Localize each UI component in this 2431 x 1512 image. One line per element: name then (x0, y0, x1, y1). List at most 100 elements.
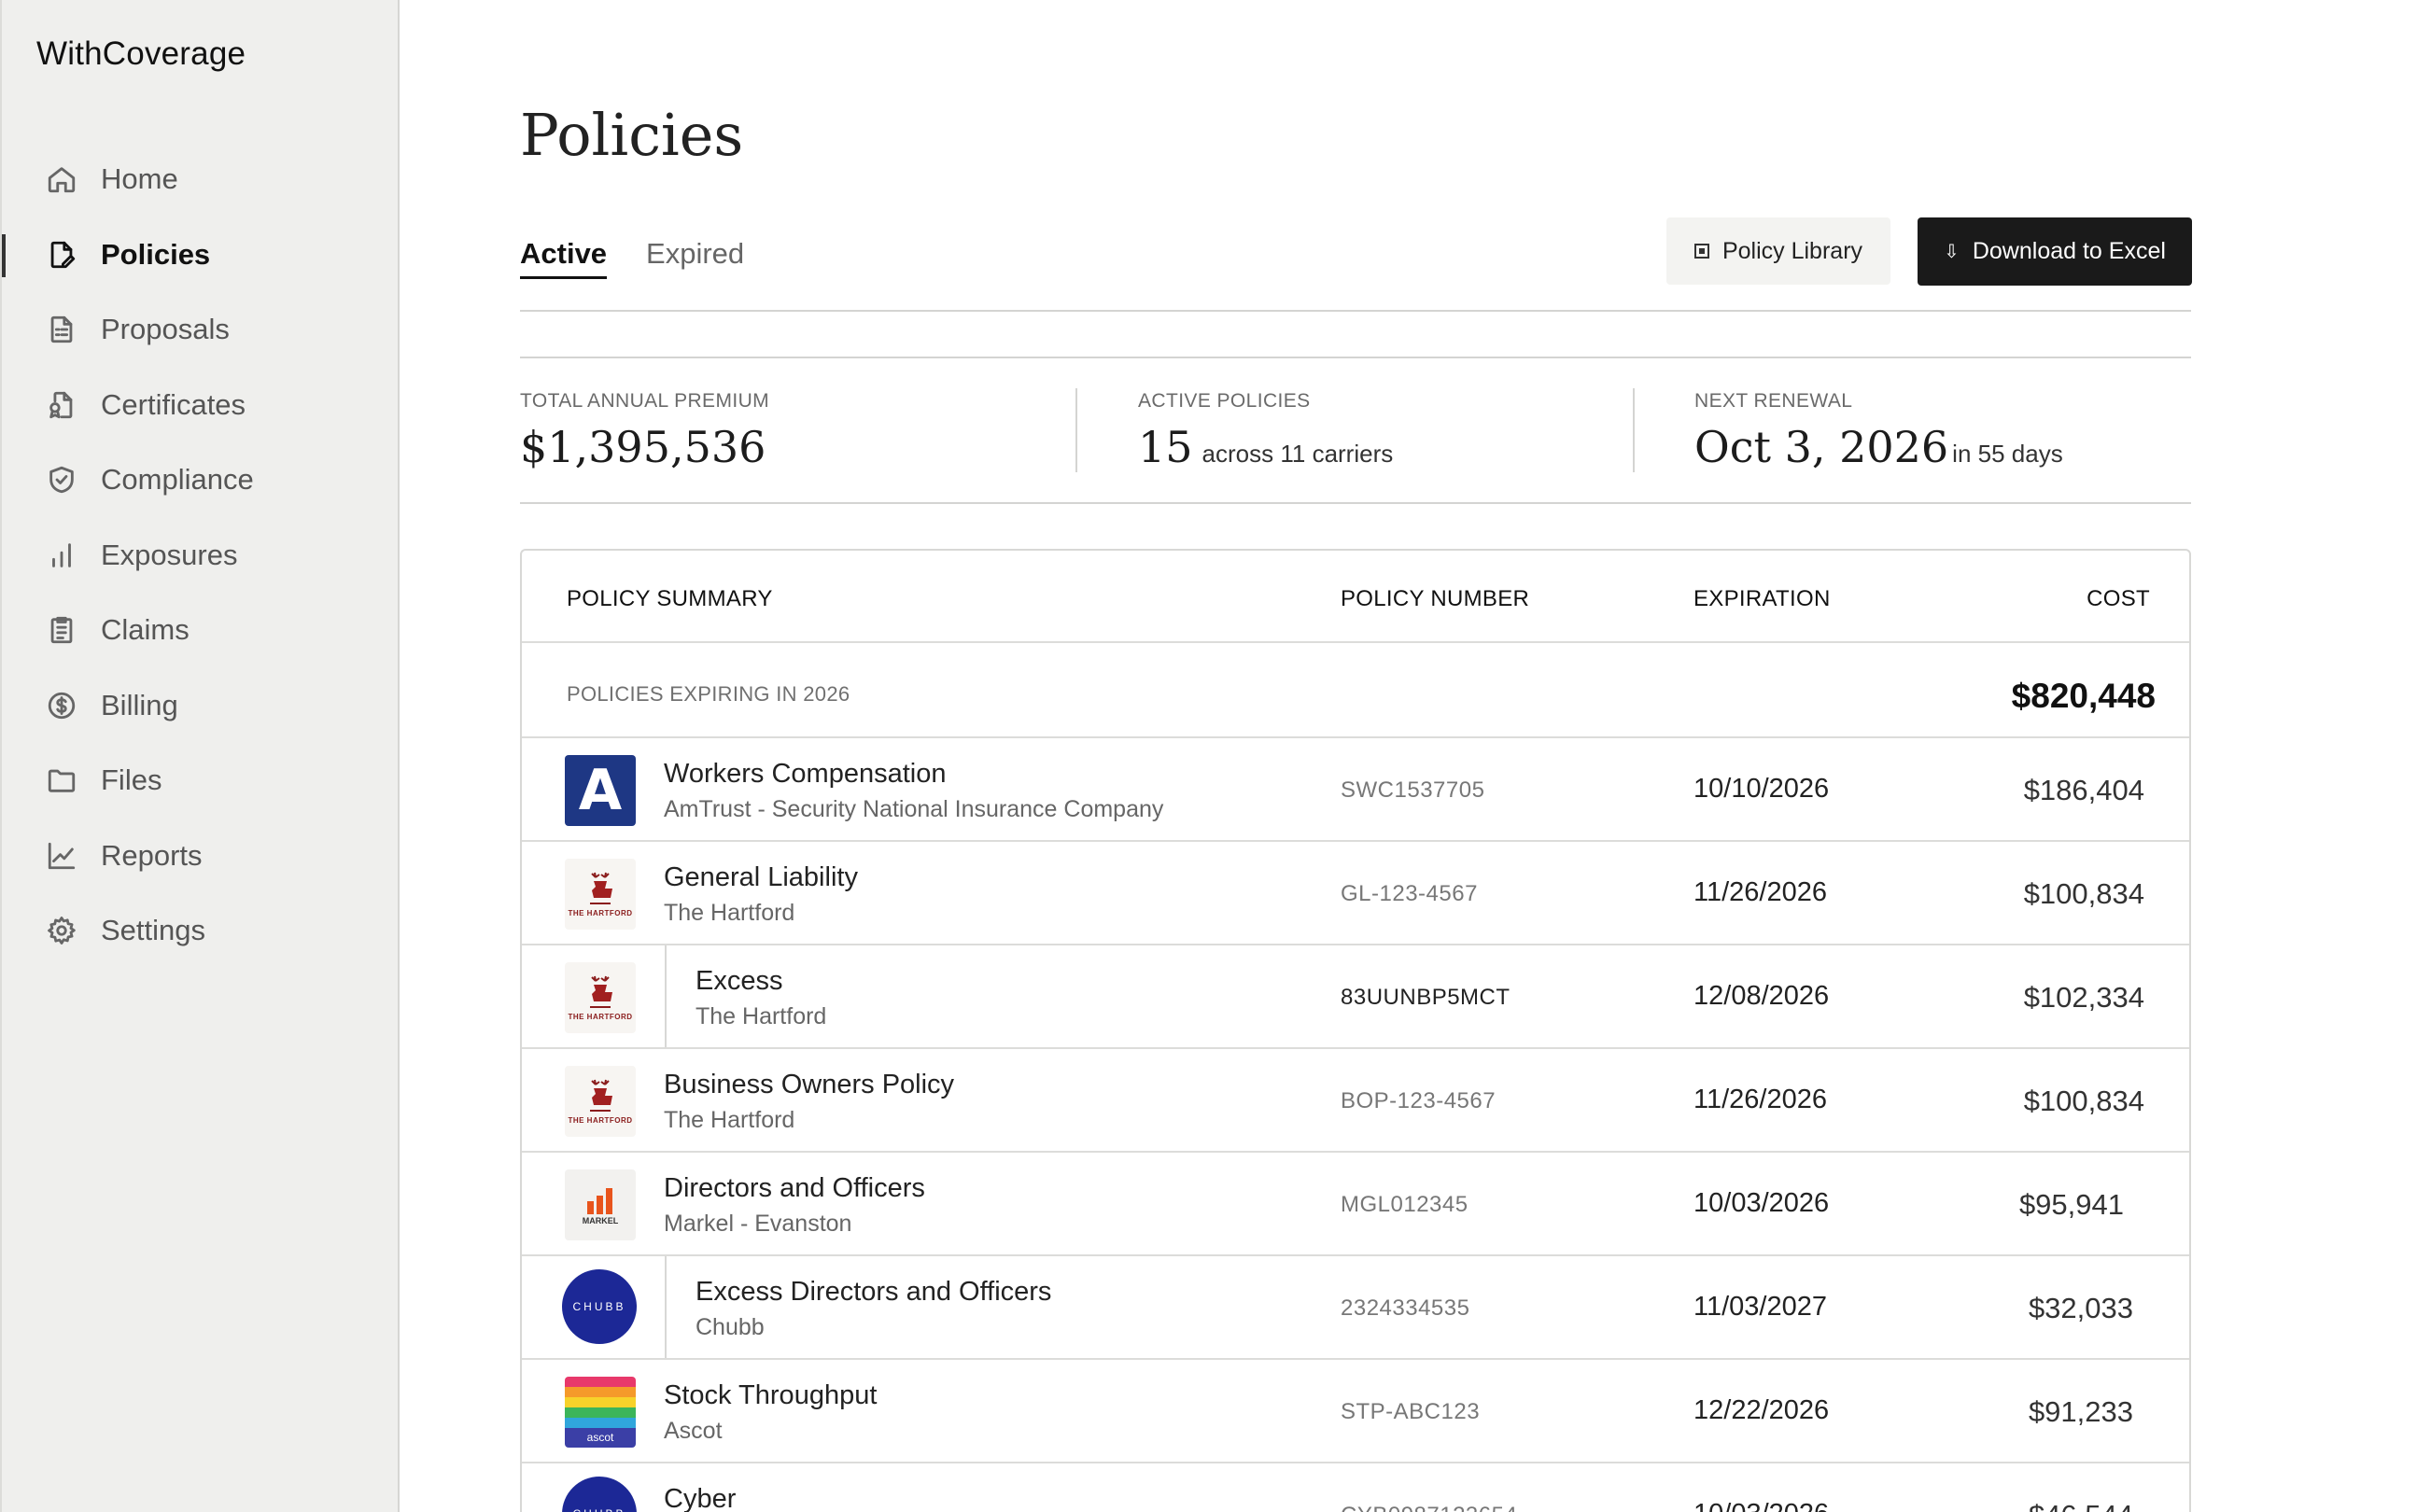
table-row[interactable]: CHUBB Cyber CYB0987123654 10/03/2026 $46… (522, 1463, 2189, 1512)
policy-carrier: The Hartford (696, 1003, 827, 1029)
table-row[interactable]: THE HARTFORD Business Owners Policy The … (522, 1049, 2189, 1153)
sidebar-item-label: Claims (101, 613, 190, 647)
stat-value: $1,395,536 (520, 422, 766, 472)
chubb-logo: CHUBB (562, 1477, 637, 1512)
policy-expiration: 11/26/2026 (1693, 1085, 1827, 1114)
sidebar-item-reports[interactable]: Reports (2, 819, 398, 894)
table-row[interactable]: CHUBB Excess Directors and Officers Chub… (522, 1256, 2189, 1360)
policy-cost: $186,404 (2023, 774, 2144, 806)
amtrust-logo: A (565, 755, 636, 826)
shield-check-icon (45, 463, 78, 497)
download-excel-button[interactable]: ⇩ Download to Excel (1918, 217, 2192, 286)
stat-value: Oct 3, 2026 in 55 days (1694, 422, 2063, 472)
nested-indicator (665, 945, 667, 1047)
group-label: POLICIES EXPIRING IN 2026 (567, 682, 850, 706)
policy-cost: $46,544 (2029, 1499, 2133, 1512)
table-row[interactable]: MARKEL Directors and Officers Markel - E… (522, 1153, 2189, 1256)
sidebar-item-certificates[interactable]: Certificates (2, 368, 398, 443)
stat-value: 15 across 11 carriers (1138, 422, 1393, 472)
sidebar-item-home[interactable]: Home (2, 142, 398, 217)
stat-total-premium: TOTAL ANNUAL PREMIUM $1,395,536 (520, 390, 769, 472)
policy-title: Stock Throughput (664, 1380, 878, 1410)
line-chart-icon (45, 839, 78, 873)
folder-icon (45, 763, 78, 797)
chubb-logo: CHUBB (562, 1269, 637, 1344)
sidebar-item-label: Exposures (101, 538, 238, 571)
sidebar-item-label: Proposals (101, 313, 230, 346)
policy-expiration: 12/08/2026 (1693, 981, 1830, 1011)
tab-expired[interactable]: Expired (646, 237, 744, 279)
sidebar-item-compliance[interactable]: Compliance (2, 442, 398, 518)
divider (1075, 388, 1077, 472)
library-icon (1693, 244, 1709, 259)
table-header: POLICY SUMMARY POLICY NUMBER EXPIRATION … (522, 551, 2189, 643)
policy-expiration: 11/26/2026 (1693, 877, 1827, 907)
sidebar-item-label: Certificates (101, 387, 246, 421)
bar-chart-icon (45, 539, 78, 572)
divider (520, 502, 2191, 504)
policy-title: Workers Compensation (664, 759, 947, 789)
divider (1633, 388, 1635, 472)
policy-number: CYB0987123654 (1341, 1503, 1517, 1512)
sidebar-item-label: Reports (101, 838, 203, 872)
sidebar-item-files[interactable]: Files (2, 743, 398, 819)
table-row[interactable]: THE HARTFORD General Liability The Hartf… (522, 842, 2189, 945)
ascot-logo: ascot (565, 1377, 636, 1448)
app-logo[interactable]: WithCoverage (36, 35, 246, 73)
column-header-cost[interactable]: COST (2087, 586, 2150, 612)
policies-table: POLICY SUMMARY POLICY NUMBER EXPIRATION … (520, 549, 2191, 1512)
policy-cost: $100,834 (2023, 1085, 2144, 1117)
stat-active-policies: ACTIVE POLICIES 15 across 11 carriers (1138, 390, 1393, 472)
policy-expiration: 11/03/2027 (1693, 1292, 1827, 1322)
divider (520, 357, 2191, 358)
column-header-summary[interactable]: POLICY SUMMARY (567, 586, 773, 612)
policy-cost: $102,334 (2023, 981, 2144, 1014)
sidebar-item-settings[interactable]: Settings (2, 893, 398, 969)
policy-carrier: Markel - Evanston (664, 1211, 852, 1237)
divider (520, 310, 2191, 312)
policy-library-label: Policy Library (1721, 237, 1863, 264)
policy-number: SWC1537705 (1341, 777, 1485, 803)
page-title: Policies (520, 101, 744, 169)
policy-library-button[interactable]: Policy Library (1666, 217, 1890, 285)
policy-document-icon (45, 238, 78, 272)
policy-cost: $95,941 (2018, 1188, 2124, 1221)
hartford-logo: THE HARTFORD (565, 1066, 636, 1137)
policy-carrier: The Hartford (664, 1107, 795, 1133)
sidebar-item-label: Compliance (101, 463, 254, 497)
policy-cost: $32,033 (2028, 1292, 2133, 1324)
table-row[interactable]: A Workers Compensation AmTrust - Securit… (522, 738, 2189, 842)
policy-number: 83UUNBP5MCT (1341, 985, 1511, 1010)
table-group-header: POLICIES EXPIRING IN 2026 $820,448 (522, 643, 2189, 738)
tab-active[interactable]: Active (520, 237, 608, 279)
stat-label: NEXT RENEWAL (1694, 390, 1853, 412)
sidebar-item-billing[interactable]: Billing (2, 668, 398, 744)
policy-title: Excess (696, 966, 783, 996)
policy-title: Cyber (664, 1484, 737, 1512)
policy-number: 2324334535 (1341, 1295, 1470, 1321)
sidebar-item-claims[interactable]: Claims (2, 593, 398, 668)
stat-sub: across 11 carriers (1201, 440, 1394, 468)
stat-label: ACTIVE POLICIES (1138, 390, 1311, 412)
clipboard-icon (45, 613, 78, 647)
policy-carrier: The Hartford (664, 900, 795, 926)
table-row[interactable]: THE HARTFORD Excess The Hartford 83UUNBP… (522, 945, 2189, 1049)
table-row[interactable]: ascot Stock Throughput Ascot STP-ABC123 … (522, 1360, 2189, 1463)
column-header-number[interactable]: POLICY NUMBER (1341, 586, 1529, 612)
sidebar-item-label: Home (101, 162, 178, 196)
home-icon (45, 162, 78, 196)
sidebar-item-proposals[interactable]: Proposals (2, 292, 398, 368)
policy-number: BOP-123-4567 (1341, 1088, 1497, 1113)
column-header-expiration[interactable]: EXPIRATION (1693, 586, 1831, 612)
sidebar-item-policies[interactable]: Policies (2, 217, 398, 293)
policy-carrier: Ascot (664, 1418, 723, 1444)
hartford-logo: THE HARTFORD (565, 962, 636, 1033)
sidebar-item-label: Policies (101, 237, 211, 271)
dollar-circle-icon (45, 689, 78, 722)
sidebar-item-exposures[interactable]: Exposures (2, 518, 398, 594)
download-arrow-icon: ⇩ (1944, 242, 1960, 262)
policy-title: Business Owners Policy (664, 1070, 955, 1099)
group-total: $820,448 (2011, 677, 2156, 715)
download-excel-label: Download to Excel (1972, 238, 2166, 264)
policy-title: Excess Directors and Officers (696, 1277, 1052, 1307)
